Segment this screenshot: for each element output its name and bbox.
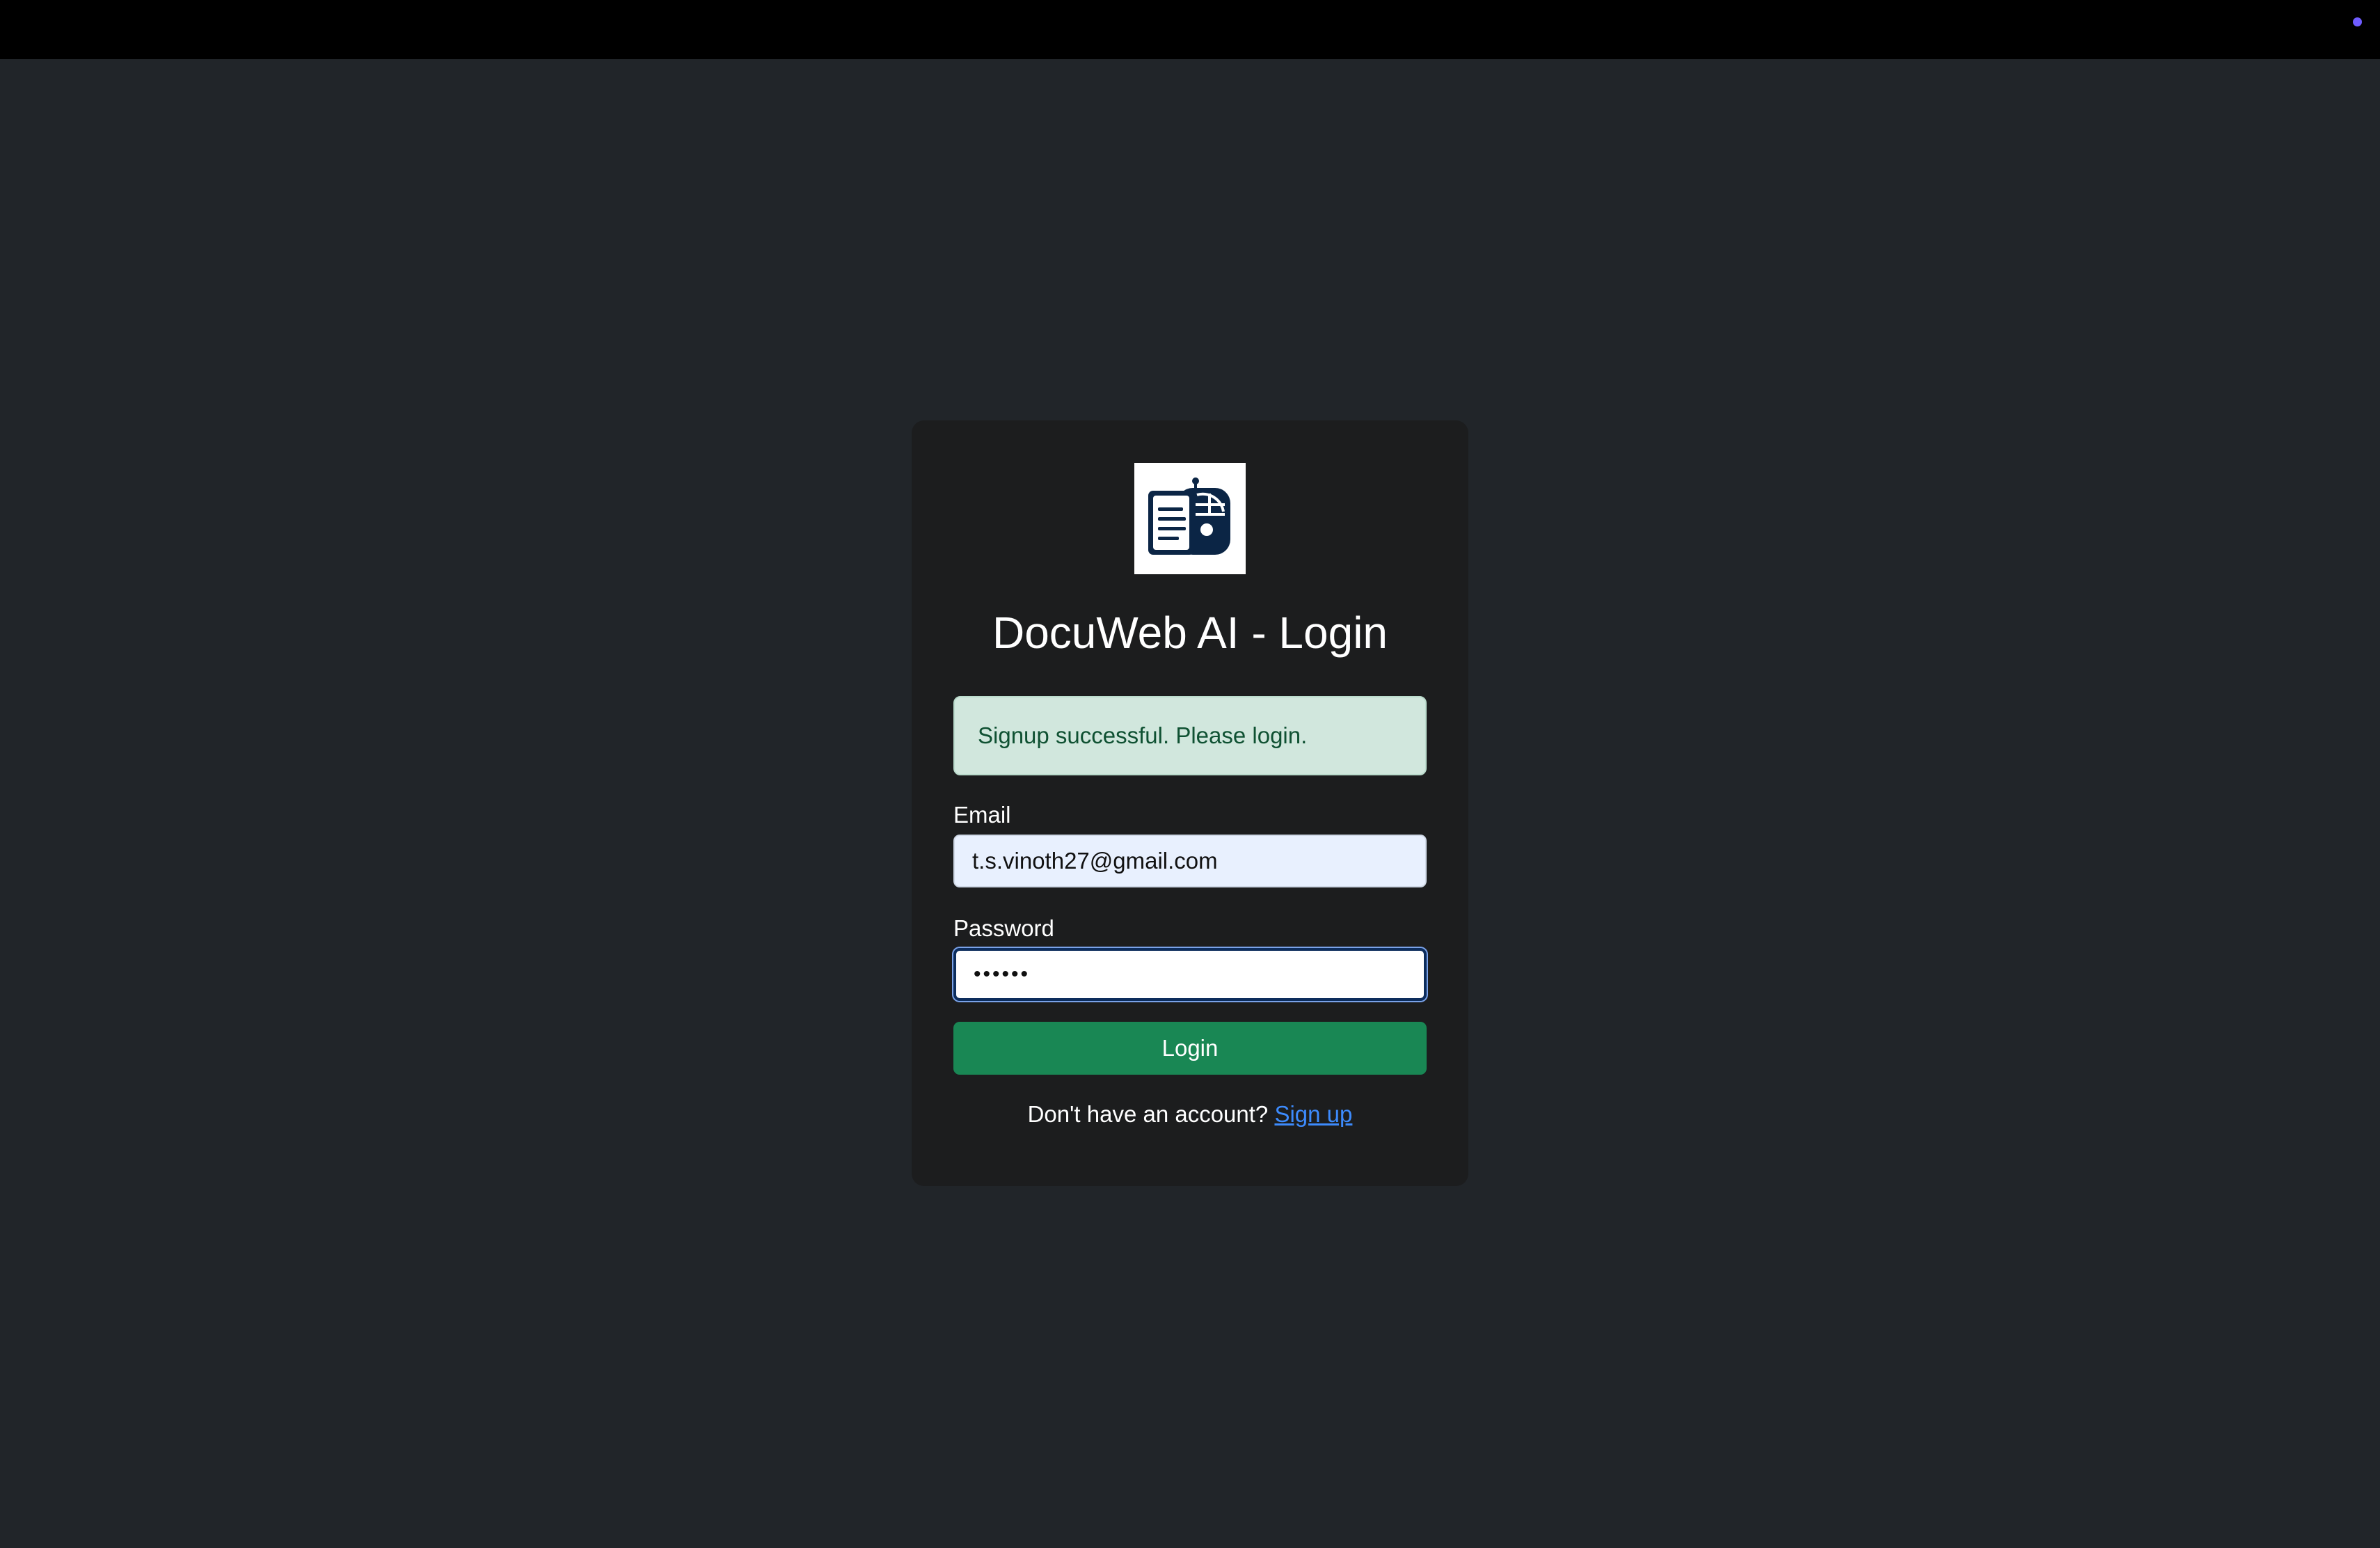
page-title: DocuWeb AI - Login	[992, 608, 1388, 658]
signup-prompt-text: Don't have an account?	[1027, 1100, 1269, 1127]
alert-message: Signup successful. Please login.	[978, 722, 1308, 748]
password-field[interactable]	[953, 947, 1427, 1001]
success-alert: Signup successful. Please login.	[953, 695, 1427, 775]
signup-prompt: Don't have an account? Sign up	[953, 1101, 1427, 1128]
email-field[interactable]	[953, 834, 1427, 887]
signup-link[interactable]: Sign up	[1274, 1101, 1352, 1127]
email-label: Email	[953, 801, 1011, 828]
login-button[interactable]: Login	[953, 1021, 1427, 1075]
top-bar	[0, 0, 2380, 59]
password-label: Password	[953, 915, 1054, 941]
login-card: DocuWeb AI - Login Signup successful. Pl…	[912, 420, 1468, 1186]
status-dot	[2353, 17, 2362, 26]
robot-document-icon	[1134, 463, 1246, 574]
